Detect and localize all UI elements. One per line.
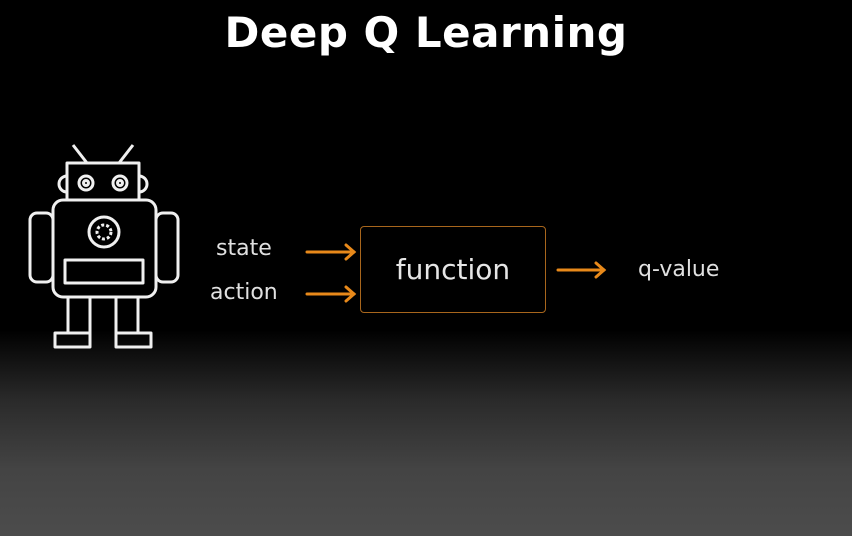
action-arrow-icon: [305, 285, 357, 303]
state-label: state: [216, 236, 272, 261]
function-label: function: [395, 253, 511, 286]
action-label: action: [210, 280, 278, 305]
robot-icon: [28, 144, 180, 349]
q-value-label: q-value: [638, 257, 720, 282]
output-arrow-icon: [556, 261, 607, 279]
function-box: function: [360, 226, 546, 313]
state-arrow-icon: [305, 243, 357, 261]
